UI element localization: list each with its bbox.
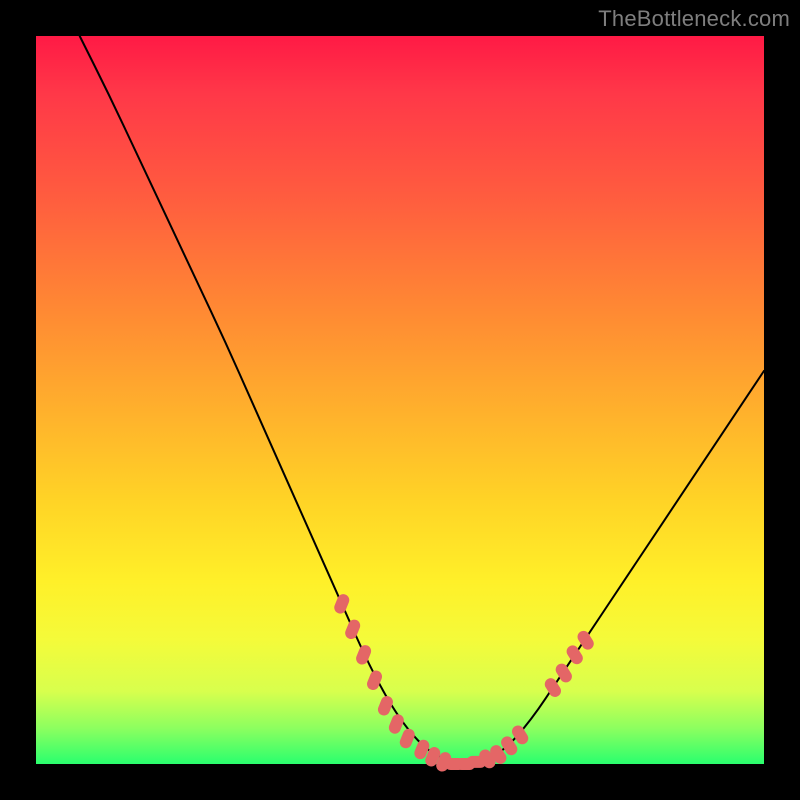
highlight-marker <box>343 618 362 641</box>
bottleneck-curve <box>80 36 764 764</box>
highlight-marker <box>542 676 563 699</box>
plot-frame <box>36 36 764 764</box>
highlight-marker-group <box>332 592 596 773</box>
highlight-marker <box>398 727 417 750</box>
highlight-marker <box>332 592 351 615</box>
highlight-marker <box>354 643 373 666</box>
highlight-marker <box>387 712 406 735</box>
highlight-marker <box>564 643 585 666</box>
watermark-text: TheBottleneck.com <box>598 6 790 32</box>
chart-svg <box>36 36 764 764</box>
